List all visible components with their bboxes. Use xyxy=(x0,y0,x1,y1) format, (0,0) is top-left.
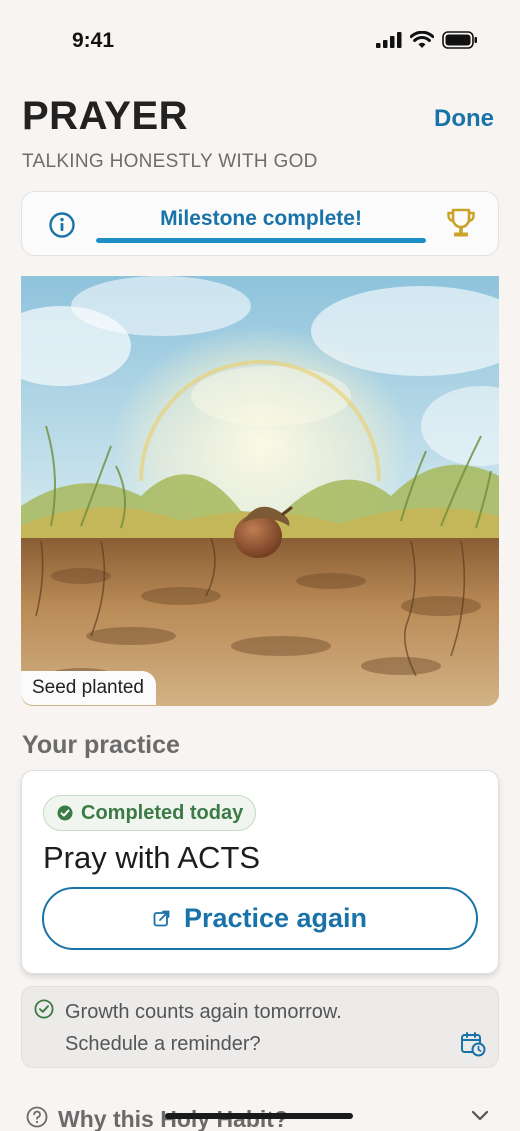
practice-again-label: Practice again xyxy=(183,903,368,933)
question-circle-icon xyxy=(26,1106,48,1128)
milestone-progress-fill xyxy=(96,238,426,243)
illustration-caption: Seed planted xyxy=(21,671,156,705)
milestone-text: Milestone complete! xyxy=(160,207,362,230)
practice-name: Pray with ACTS xyxy=(43,840,261,875)
info-icon[interactable] xyxy=(48,211,76,239)
done-button[interactable]: Done xyxy=(434,105,494,133)
status-icons xyxy=(376,31,478,49)
seed-illustration xyxy=(21,276,499,706)
check-circle-outline-icon xyxy=(34,999,54,1019)
reminder-line1: Growth counts again tomorrow. xyxy=(65,1001,342,1023)
section-title-practice: Your practice xyxy=(22,731,180,759)
status-bar: 9:41 xyxy=(0,0,520,84)
external-link-icon xyxy=(153,910,170,927)
page-title: PRAYER xyxy=(22,94,189,138)
calendar-clock-icon[interactable] xyxy=(460,1031,486,1057)
reminder-card[interactable]: Growth counts again tomorrow. Schedule a… xyxy=(21,986,499,1068)
wifi-icon xyxy=(410,31,434,48)
page-subtitle: TALKING HONESTLY WITH GOD xyxy=(22,151,318,172)
check-circle-icon xyxy=(57,805,73,821)
trophy-icon xyxy=(447,208,475,237)
signal-icon xyxy=(376,32,402,48)
reminder-link[interactable]: Schedule a reminder? xyxy=(65,1033,261,1056)
home-indicator xyxy=(165,1113,353,1119)
battery-icon xyxy=(442,31,477,49)
milestone-card: Milestone complete! xyxy=(21,191,499,256)
milestone-progress xyxy=(96,238,426,243)
status-time: 9:41 xyxy=(72,29,115,52)
chevron-down-icon xyxy=(471,1110,489,1121)
practice-card: Completed today Pray with ACTS Practice … xyxy=(21,770,499,974)
practice-again-button[interactable]: Practice again xyxy=(42,887,478,950)
completed-badge: Completed today xyxy=(43,795,257,831)
completed-badge-label: Completed today xyxy=(81,801,244,824)
watercolor-scene xyxy=(21,276,499,706)
